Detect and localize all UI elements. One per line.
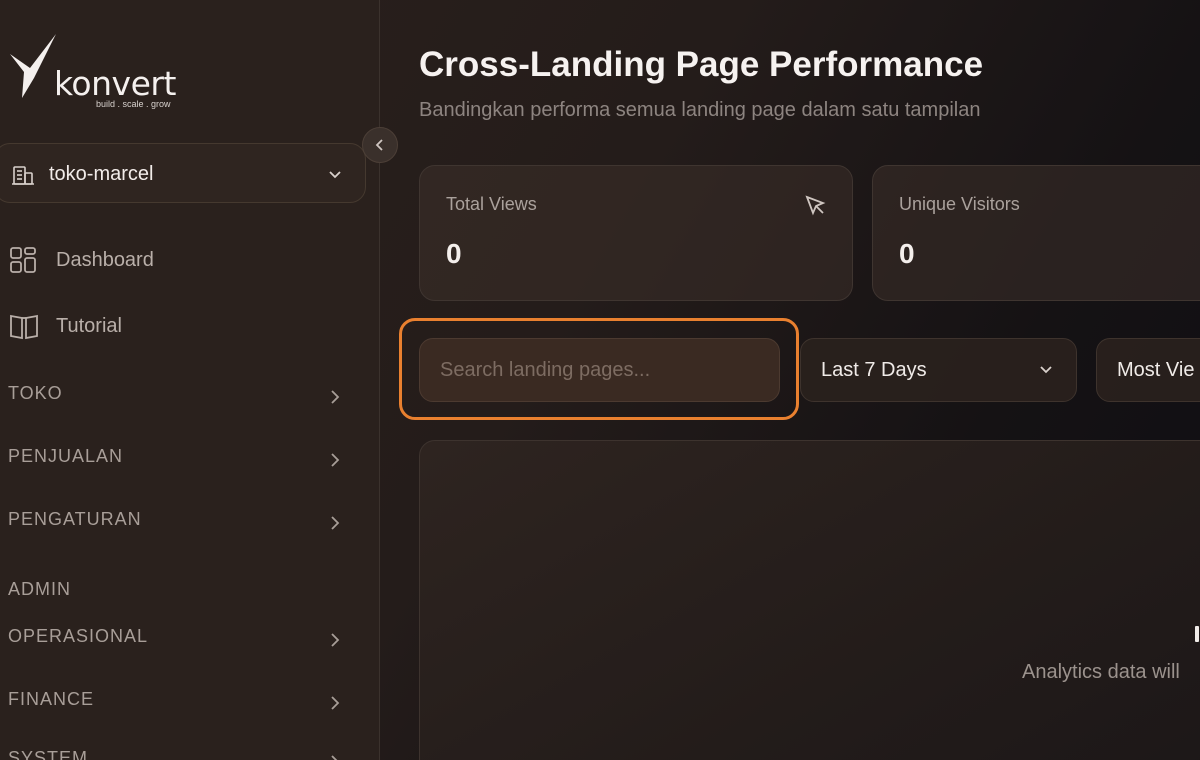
date-range-select[interactable]: Last 7 Days bbox=[800, 338, 1077, 402]
chevron-right-icon bbox=[331, 390, 340, 404]
sidebar-section-system[interactable]: SYSTEM bbox=[8, 748, 348, 760]
sidebar-section-label: PENGATURAN bbox=[8, 509, 142, 529]
date-range-value: Last 7 Days bbox=[821, 358, 927, 381]
grid-icon bbox=[10, 247, 36, 273]
analytics-panel: Analytics data will bbox=[419, 440, 1200, 760]
empty-state-text: Analytics data will bbox=[1022, 661, 1180, 683]
sort-value: Most Vie bbox=[1117, 358, 1195, 381]
stat-value: 0 bbox=[899, 238, 915, 269]
store-selector[interactable]: toko-marcel bbox=[0, 143, 366, 203]
sidebar-item-label: Tutorial bbox=[56, 314, 122, 337]
sidebar-section-penjualan[interactable]: PENJUALAN bbox=[8, 446, 348, 476]
chevron-right-icon bbox=[331, 696, 340, 710]
chevron-down-icon bbox=[1040, 366, 1052, 374]
brand-logo[interactable]: konvert build . scale . grow bbox=[8, 30, 198, 110]
sidebar-section-label: PENJUALAN bbox=[8, 446, 124, 466]
chevron-right-icon bbox=[331, 755, 338, 760]
page-subtitle: Bandingkan performa semua landing page d… bbox=[419, 99, 981, 121]
sidebar: konvert build . scale . grow toko-marcel… bbox=[0, 0, 398, 760]
sidebar-item-label: Dashboard bbox=[56, 248, 154, 271]
building-icon bbox=[12, 166, 34, 185]
main-content: Cross-Landing Page Performance Bandingka… bbox=[381, 0, 1200, 760]
empty-state-heading-fragment bbox=[1195, 626, 1199, 642]
search-input[interactable] bbox=[419, 338, 780, 402]
sidebar-section-label: FINANCE bbox=[8, 689, 95, 709]
sidebar-collapse-button[interactable] bbox=[362, 127, 398, 163]
sidebar-section-label: TOKO bbox=[8, 383, 63, 403]
sidebar-section-label: SYSTEM bbox=[8, 748, 89, 760]
sidebar-section-label: ADMIN bbox=[8, 579, 71, 599]
stat-value: 0 bbox=[446, 238, 462, 269]
sidebar-section-toko[interactable]: TOKO bbox=[8, 383, 348, 413]
sort-select[interactable]: Most Vie bbox=[1096, 338, 1200, 402]
book-icon bbox=[10, 314, 38, 340]
stat-card-unique-visitors: Unique Visitors 0 bbox=[872, 165, 1200, 301]
sidebar-item-tutorial[interactable]: Tutorial bbox=[8, 306, 122, 346]
sidebar-item-dashboard[interactable]: Dashboard bbox=[8, 240, 154, 280]
sidebar-section-finance[interactable]: FINANCE bbox=[8, 689, 348, 719]
chevron-left-icon bbox=[375, 139, 383, 151]
chevron-right-icon bbox=[331, 453, 340, 467]
sidebar-section-operasional[interactable]: OPERASIONAL bbox=[8, 626, 348, 656]
chevron-down-icon bbox=[329, 171, 341, 179]
stat-label: Unique Visitors bbox=[899, 194, 1020, 214]
cursor-click-icon bbox=[805, 195, 826, 216]
sidebar-section-admin: ADMIN bbox=[8, 579, 348, 609]
sidebar-section-pengaturan[interactable]: PENGATURAN bbox=[8, 509, 348, 539]
stat-label: Total Views bbox=[446, 194, 537, 214]
stat-card-total-views: Total Views 0 bbox=[419, 165, 853, 301]
chevron-right-icon bbox=[331, 516, 340, 530]
brand-name: konvert bbox=[54, 64, 176, 103]
brand-tagline: build . scale . grow bbox=[96, 99, 171, 109]
page-title: Cross-Landing Page Performance bbox=[419, 45, 984, 84]
store-selector-value: toko-marcel bbox=[49, 163, 154, 185]
chevron-right-icon bbox=[331, 633, 340, 647]
sidebar-section-label: OPERASIONAL bbox=[8, 626, 149, 646]
